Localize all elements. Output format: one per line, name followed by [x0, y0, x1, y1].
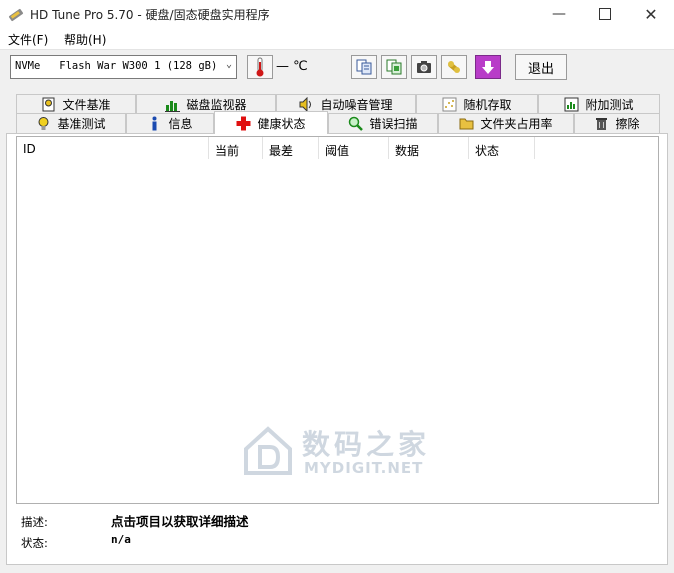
close-button[interactable]: ✕ [628, 0, 674, 28]
menu-file[interactable]: 文件(F) [8, 31, 48, 48]
copy-icon [356, 59, 372, 75]
info-icon [152, 116, 157, 131]
health-cross-icon [236, 116, 251, 130]
tab-health[interactable]: 健康状态 [214, 111, 328, 134]
tab-error-scan[interactable]: 错误扫描 [328, 113, 438, 133]
tab-extra-tests[interactable]: 附加测试 [538, 94, 660, 114]
trash-icon [596, 118, 608, 130]
column-header-status[interactable]: 状态 [469, 137, 535, 159]
options-button[interactable] [441, 55, 467, 79]
tab-folder-usage[interactable]: 文件夹占用率 [438, 113, 574, 133]
health-panel: ID 当前 最差 阈值 数据 状态 描述: 点击项目以获取详细描述 状态: n/… [6, 133, 668, 565]
copy-text-button[interactable] [351, 55, 377, 79]
chevron-down-icon: ⌄ [225, 59, 232, 70]
drive-select-value: NVMe Flash War W300 1 (128 gB) [15, 60, 218, 72]
tab-erase[interactable]: 擦除 [574, 113, 660, 133]
lightbulb-icon [38, 117, 49, 130]
tab-label: 文件基准 [62, 98, 111, 112]
column-header-worst[interactable]: 最差 [263, 137, 319, 159]
column-header-id[interactable]: ID [17, 137, 209, 159]
tab-benchmark[interactable]: 基准测试 [16, 113, 126, 133]
extra-tests-icon [564, 97, 579, 112]
column-header-current[interactable]: 当前 [209, 137, 263, 159]
column-header-threshold[interactable]: 阈值 [319, 137, 389, 159]
watermark-en: MYDIGIT.NET [304, 459, 424, 477]
temperature-readout: — ℃ [276, 59, 308, 74]
status-label: 状态: [21, 536, 48, 550]
close-icon: ✕ [644, 4, 658, 24]
magnifier-icon [349, 116, 364, 131]
status-value: n/a [111, 533, 131, 546]
exit-button[interactable]: 退出 [515, 54, 567, 80]
description-value: 点击项目以获取详细描述 [111, 514, 249, 529]
temperature-button[interactable] [247, 55, 273, 79]
drive-select[interactable]: NVMe Flash War W300 1 (128 gB) ⌄ [10, 55, 237, 79]
description-label: 描述: [21, 515, 48, 529]
arrow-down-icon [482, 61, 494, 74]
tab-label: 附加测试 [585, 98, 634, 112]
tab-label: 信息 [168, 117, 193, 131]
watermark-cn: 数码之家 [302, 428, 431, 461]
watermark: 数码之家 MYDIGIT.NET [240, 421, 440, 481]
thermometer-icon [256, 57, 264, 77]
camera-icon [417, 61, 431, 73]
maximize-button[interactable] [582, 0, 628, 28]
app-icon [8, 6, 24, 22]
tools-icon [448, 61, 460, 73]
maximize-icon [599, 8, 611, 20]
tab-label: 健康状态 [257, 116, 306, 131]
random-access-icon [442, 97, 457, 112]
column-header-data[interactable]: 数据 [389, 137, 469, 159]
bar-chart-icon [165, 101, 181, 112]
menu-help[interactable]: 帮助(H) [64, 31, 106, 48]
minimize-button[interactable]: — [536, 0, 582, 28]
minimize-icon: — [552, 6, 566, 22]
copy-image-button[interactable] [381, 55, 407, 79]
tab-info[interactable]: 信息 [126, 113, 214, 133]
speaker-icon [299, 97, 312, 112]
window-title: HD Tune Pro 5.70 - 硬盘/固态硬盘实用程序 [30, 8, 270, 22]
folder-icon [459, 118, 474, 130]
watermark-house-icon [244, 426, 292, 475]
file-benchmark-icon [42, 97, 55, 112]
copy-green-icon [386, 59, 402, 75]
save-button[interactable] [475, 55, 501, 79]
tab-label: 随机存取 [463, 98, 512, 112]
tab-label: 擦除 [615, 117, 640, 131]
tab-label: 错误扫描 [369, 117, 418, 131]
tab-file-benchmark[interactable]: 文件基准 [16, 94, 136, 114]
tab-random-access[interactable]: 随机存取 [416, 94, 538, 114]
screenshot-button[interactable] [411, 55, 437, 79]
tab-label: 自动噪音管理 [320, 98, 393, 112]
tab-label: 文件夹占用率 [480, 117, 553, 131]
tab-label: 基准测试 [57, 117, 106, 131]
